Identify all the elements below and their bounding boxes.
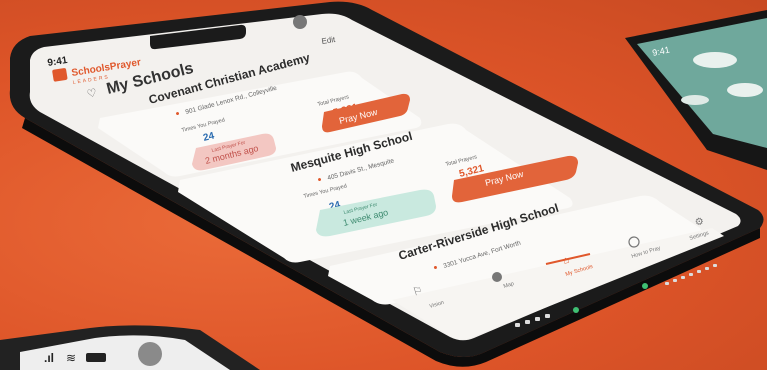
map-tab-icon: [492, 272, 502, 282]
profile-avatar: [293, 15, 307, 29]
brand-logo-icon: [52, 68, 68, 82]
main-phone: 9:41 SchoolsPrayer LEADERS Edit My Schoo…: [9, 1, 764, 367]
